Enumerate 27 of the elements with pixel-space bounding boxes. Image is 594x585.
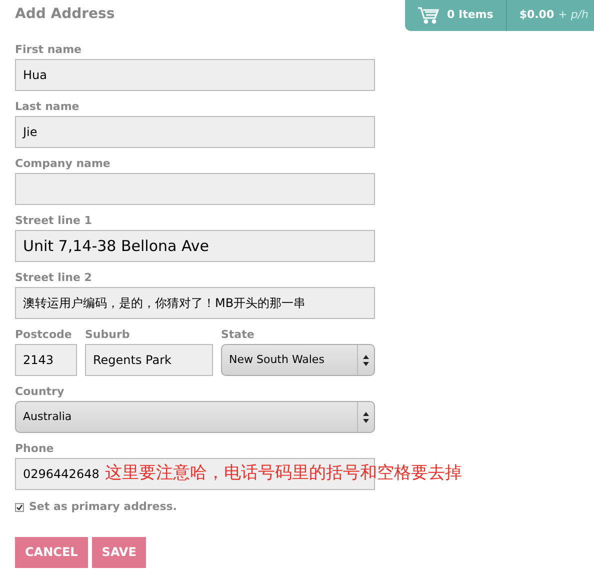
text-field[interactable]: 澳转运用户编码，是的，你猜对了！MB开头的那一串 xyxy=(15,287,375,319)
updown-arrows-icon xyxy=(363,354,369,366)
field-label: Postcode xyxy=(15,328,73,341)
updown-arrows-icon xyxy=(363,412,369,422)
field-label: Last name xyxy=(15,100,80,113)
field-label: Street line 1 xyxy=(15,214,93,227)
text-field[interactable]: Hua xyxy=(15,59,375,91)
text-field[interactable]: Jie xyxy=(15,116,375,148)
field-label: Suburb xyxy=(85,328,131,341)
field-label: First name xyxy=(15,43,83,56)
price-suffix: + p/h xyxy=(558,7,588,24)
field-label: Phone xyxy=(15,442,55,455)
cart-total: $0.00 xyxy=(519,7,554,24)
cart-icon xyxy=(418,7,439,24)
text-field[interactable]: 2143 xyxy=(15,344,77,376)
page-title: Add Address xyxy=(15,5,115,24)
select-field[interactable]: New South Wales xyxy=(221,344,375,376)
checkbox-label: Set as primary address. xyxy=(29,499,177,515)
field-label: Company name xyxy=(15,157,112,170)
select-field[interactable]: Australia xyxy=(15,401,375,433)
checkbox[interactable] xyxy=(15,502,24,512)
field-label: State xyxy=(221,328,256,341)
field-label: Country xyxy=(15,385,66,398)
text-field[interactable]: Regents Park xyxy=(85,344,213,376)
field-label: Street line 2 xyxy=(15,271,93,284)
text-field[interactable]: Unit 7,14-38 Bellona Ave xyxy=(15,230,375,262)
check-icon xyxy=(16,504,23,511)
